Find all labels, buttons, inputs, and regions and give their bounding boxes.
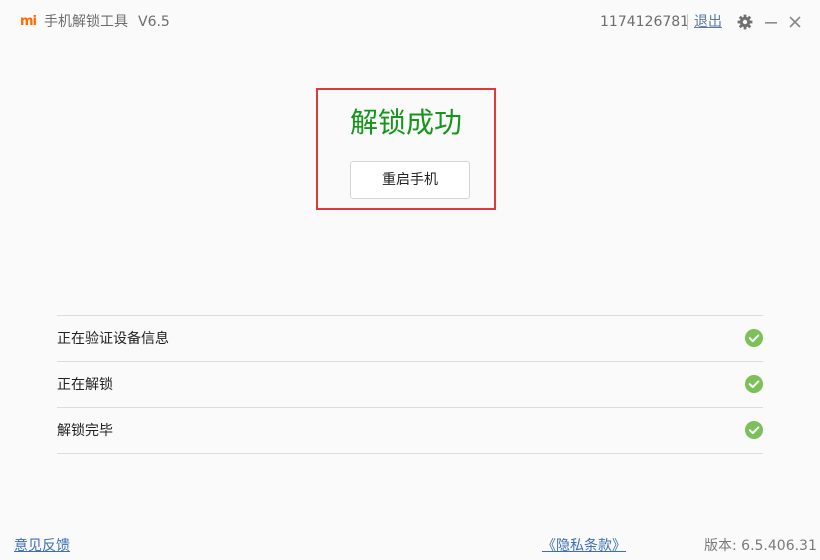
restart-phone-button[interactable]: 重启手机 — [350, 161, 470, 199]
step-label: 正在验证设备信息 — [57, 331, 169, 347]
unlock-result-panel: 解锁成功 重启手机 — [316, 88, 496, 210]
gear-icon — [737, 14, 753, 30]
progress-steps: 正在验证设备信息 正在解锁 解锁完毕 — [57, 315, 763, 454]
result-title: 解锁成功 — [349, 106, 462, 139]
feedback-link[interactable]: 意见反馈 — [14, 537, 70, 555]
check-circle-icon — [745, 329, 763, 347]
version-info: 版本: 6.5.406.31 — [704, 538, 817, 554]
logout-link[interactable]: 退出 — [694, 13, 722, 31]
close-button[interactable] — [786, 13, 804, 31]
app-version: V6.5 — [138, 14, 170, 30]
app-name: 手机解锁工具 — [44, 14, 128, 30]
account-id: 1174126781 — [600, 14, 690, 30]
title-bar: mi 手机解锁工具 V6.5 1174126781 退出 — [0, 0, 820, 44]
settings-button[interactable] — [736, 13, 754, 31]
app-window: mi 手机解锁工具 V6.5 1174126781 退出 解锁成功 重启手机 正… — [0, 0, 820, 560]
mi-logo-icon: mi — [20, 14, 37, 29]
privacy-policy-link[interactable]: 《隐私条款》 — [542, 537, 626, 555]
step-unlock-complete: 解锁完毕 — [57, 408, 763, 454]
minimize-icon — [765, 22, 777, 24]
step-unlocking: 正在解锁 — [57, 362, 763, 408]
step-label: 解锁完毕 — [57, 423, 113, 439]
close-icon — [789, 16, 801, 28]
minimize-button[interactable] — [762, 13, 780, 31]
step-label: 正在解锁 — [57, 377, 113, 393]
app-title: 手机解锁工具 V6.5 — [44, 13, 170, 31]
step-verify-device: 正在验证设备信息 — [57, 316, 763, 362]
title-separator — [687, 14, 688, 30]
check-circle-icon — [745, 421, 763, 439]
check-circle-icon — [745, 375, 763, 393]
